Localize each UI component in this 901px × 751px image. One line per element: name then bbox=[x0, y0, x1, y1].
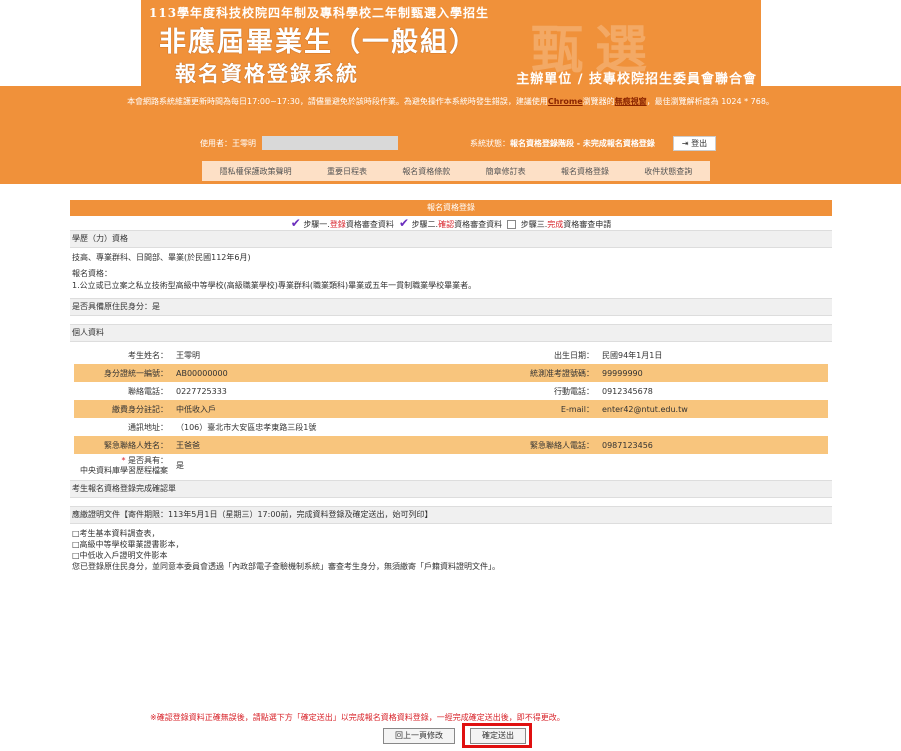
notice-text-2: 瀏覽器的 bbox=[582, 97, 615, 106]
section-title: 報名資格登錄 bbox=[70, 200, 832, 216]
field-value: 99999990 bbox=[598, 364, 828, 382]
field-label: 緊急聯絡人姓名： bbox=[74, 436, 172, 454]
personal-table: 考生姓名： 王零明 出生日期： 民國94年1月1日 身分證統一編號： AB000… bbox=[74, 346, 828, 476]
aboriginal-status: 是否具備原住民身分：是 bbox=[70, 298, 832, 316]
field-value: 王爸爸 bbox=[172, 436, 470, 454]
table-row: 通訊地址： （106）臺北市大安區忠孝東路三段1號 bbox=[74, 418, 828, 436]
table-row: 聯絡電話： 0227725333 行動電話： 0912345678 bbox=[74, 382, 828, 400]
field-value: enter42@ntut.edu.tw bbox=[598, 400, 828, 418]
qualification-label: 報名資格： bbox=[72, 269, 112, 278]
logout-button[interactable]: ⇥ 登出 bbox=[672, 135, 717, 151]
field-label: 統測准考證號碼： bbox=[470, 364, 598, 382]
user-label: 使用者：王零明 bbox=[200, 138, 256, 148]
field-label: 考生姓名： bbox=[128, 350, 168, 360]
notice-text-3: ，最佳瀏覽解析度為 1024 * 768。 bbox=[646, 97, 774, 106]
field-value: 中低收入戶 bbox=[172, 400, 470, 418]
step1-desc: 資格審查資料 bbox=[345, 220, 394, 229]
list-item: □中低收入戶證明文件影本 bbox=[72, 551, 168, 560]
field-value: 民國94年1月1日 bbox=[602, 350, 663, 360]
banner-title: 非應屆畢業生（一般組） bbox=[159, 27, 478, 58]
field-value: 0987123456 bbox=[598, 436, 828, 454]
central-label: 是否具有： bbox=[128, 456, 168, 465]
personal-header: 個人資料 bbox=[70, 324, 832, 342]
table-row: 身分證統一編號： AB00000000 統測准考證號碼： 99999990 bbox=[74, 364, 828, 382]
confirm-header: 考生報名資格登錄完成確認單 bbox=[70, 480, 832, 498]
field-label: E-mail： bbox=[470, 400, 598, 418]
central-label-2: 中央資料庫學習歷程檔案 bbox=[80, 466, 168, 475]
check-icon: ✔ bbox=[398, 216, 410, 230]
step3-label: 步驟三. bbox=[520, 220, 548, 229]
table-row: 繳費身分註記： 中低收入戶 E-mail： enter42@ntut.edu.t… bbox=[74, 400, 828, 418]
notice-text: 本會網路系統維護更新時間為每日17:00~17:30，請儘量避免於該時段作業。為… bbox=[127, 97, 548, 106]
field-label: 緊急聯絡人電話： bbox=[470, 436, 598, 454]
required-mark: * bbox=[121, 456, 126, 465]
table-row: 考生姓名： 王零明 出生日期： 民國94年1月1日 bbox=[74, 346, 828, 364]
field-label: * 是否具有： 中央資料庫學習歷程檔案 bbox=[74, 454, 172, 476]
logout-icon: ⇥ bbox=[681, 138, 692, 148]
user-row: 使用者：王零明 系統狀態： 報名資格登錄階段 - 未完成報名資格登錄 ⇥ 登出 bbox=[200, 134, 717, 152]
main-content: 報名資格登錄 ✔ 步驟一.登錄資格審查資料 ✔ 步驟二.確認資格審查資料 步驟三… bbox=[70, 200, 832, 576]
step3-desc: 資格審查申請 bbox=[563, 220, 612, 229]
field-value bbox=[598, 418, 828, 436]
table-row: 緊急聯絡人姓名： 王爸爸 緊急聯絡人電話： 0987123456 bbox=[74, 436, 828, 454]
field-label bbox=[470, 418, 598, 436]
unchecked-box-icon bbox=[507, 220, 517, 229]
education-line: 技高、專業群科、日間部、畢業(於民國112年6月) bbox=[72, 253, 251, 262]
submit-warning: ※確認登錄資料正確無誤後，請點選下方「確定送出」以完成報名資格資料登錄，一經完成… bbox=[150, 713, 565, 722]
field-value: （106）臺北市大安區忠孝東路三段1號 bbox=[176, 422, 317, 432]
nav-schedule[interactable]: 重要日程表 bbox=[327, 166, 367, 177]
field-label: 行動電話： bbox=[554, 386, 594, 396]
nav-revisions[interactable]: 簡章修訂表 bbox=[486, 166, 526, 177]
step2-desc: 資格審查資料 bbox=[454, 220, 503, 229]
user-mask bbox=[262, 136, 398, 150]
highlight-box bbox=[462, 723, 532, 748]
chrome-link[interactable]: Chrome bbox=[548, 97, 583, 106]
list-item: □高級中等學校畢業證書影本， bbox=[72, 540, 184, 549]
education-block: 技高、專業群科、日間部、畢業(於民國112年6月) 報名資格： 1.公立或已立案… bbox=[70, 248, 832, 296]
system-title: 報名資格登錄系統 bbox=[175, 61, 359, 86]
field-value: 0912345678 bbox=[602, 386, 653, 396]
nav-bar: 隱私權保護政策聲明 重要日程表 報名資格條款 簡章修訂表 報名資格登錄 收件狀態… bbox=[202, 161, 710, 181]
nav-privacy[interactable]: 隱私權保護政策聲明 bbox=[220, 166, 292, 177]
incognito-link[interactable]: 無痕視窗 bbox=[615, 97, 647, 106]
field-value: AB00000000 bbox=[172, 364, 470, 382]
field-label: 聯絡電話： bbox=[128, 386, 168, 396]
field-value: 王零明 bbox=[176, 350, 200, 360]
back-button[interactable]: 回上一頁修改 bbox=[383, 728, 455, 744]
step3-keyword: 完成 bbox=[547, 220, 564, 229]
field-value: 是 bbox=[176, 460, 184, 470]
banner-subtitle: 113學年度科技校院四年制及專科學校二年制甄選入學招生 bbox=[149, 6, 490, 20]
step2-label: 步驟二. bbox=[411, 220, 439, 229]
empty-cell bbox=[598, 454, 828, 476]
nav-status[interactable]: 收件狀態查詢 bbox=[644, 166, 692, 177]
step-indicator: ✔ 步驟一.登錄資格審查資料 ✔ 步驟二.確認資格審查資料 步驟三.完成資格審查… bbox=[70, 216, 832, 230]
step2-keyword: 確認 bbox=[438, 220, 455, 229]
status-label: 系統狀態： bbox=[470, 138, 510, 148]
docs-list: □考生基本資料調查表， □高級中等學校畢業證書影本， □中低收入戶證明文件影本 … bbox=[70, 524, 832, 576]
docs-note: 您已登錄原住民身分，並同意本委員會透過「內政部電子查驗機制系統」審查考生身分，無… bbox=[72, 562, 500, 571]
nav-registration[interactable]: 報名資格登錄 bbox=[561, 166, 609, 177]
step1-keyword: 登錄 bbox=[329, 220, 346, 229]
field-label: 通訊地址： bbox=[128, 422, 168, 432]
table-row: * 是否具有： 中央資料庫學習歷程檔案 是 bbox=[74, 454, 828, 476]
check-icon: ✔ bbox=[290, 216, 301, 230]
field-label: 身分證統一編號： bbox=[74, 364, 172, 382]
header-banner: 甄選 113學年度科技校院四年制及專科學校二年制甄選入學招生 非應屆畢業生（一般… bbox=[141, 0, 761, 86]
maintenance-notice: 本會網路系統維護更新時間為每日17:00~17:30，請儘量避免於該時段作業。為… bbox=[0, 95, 901, 109]
step1-label: 步驟一. bbox=[303, 220, 330, 229]
education-header: 學歷（力）資格 bbox=[70, 230, 832, 248]
field-value: 0227725333 bbox=[176, 386, 227, 396]
field-label: 繳費身分註記： bbox=[74, 400, 172, 418]
empty-cell bbox=[470, 454, 598, 476]
docs-header: 應繳證明文件【寄件期限：113年5月1日（星期三）17:00前，完成資料登錄及確… bbox=[70, 506, 832, 524]
qualification-text: 1.公立或已立案之私立技術型高級中等學校(高級職業學校)專業群科(職業類科)畢業… bbox=[72, 281, 477, 290]
field-label: 出生日期： bbox=[554, 350, 594, 360]
nav-terms[interactable]: 報名資格條款 bbox=[402, 166, 450, 177]
list-item: □考生基本資料調查表， bbox=[72, 529, 160, 538]
status-value: 報名資格登錄階段 - 未完成報名資格登錄 bbox=[510, 138, 655, 148]
organizer: 主辦單位 / 技專校院招生委員會聯合會 bbox=[516, 72, 757, 86]
logout-label: 登出 bbox=[691, 138, 708, 148]
